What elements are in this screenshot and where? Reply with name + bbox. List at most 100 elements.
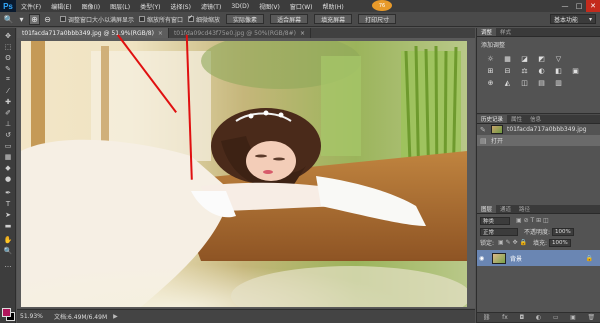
actual-pixels-button[interactable]: 实际像素 — [226, 14, 265, 24]
new-layer-icon[interactable]: ▣ — [570, 314, 576, 321]
lock-icons[interactable]: ▣ ✎ ✥ 🔒 — [498, 239, 527, 246]
eyedropper-tool-icon[interactable]: ⁄ — [2, 86, 14, 95]
gradient-tool-icon[interactable]: ▦ — [2, 152, 14, 161]
canvas-area[interactable] — [17, 38, 475, 308]
brush-tool-icon[interactable]: ✐ — [2, 108, 14, 117]
dodge-tool-icon[interactable]: ● — [2, 174, 14, 183]
tab-adjustments[interactable]: 调整 — [477, 28, 497, 36]
tab-document-1[interactable]: t01facda717a0bbb349.jpg @ 51.9%(RGB/8) × — [17, 28, 169, 38]
menu-window[interactable]: 窗口(W) — [285, 2, 318, 11]
tab-layers[interactable]: 图层 — [477, 205, 497, 213]
channel-mixer-icon[interactable]: ◧ — [553, 66, 564, 75]
folder-icon[interactable]: ▭ — [553, 314, 559, 321]
move-tool-icon[interactable]: ✥ — [2, 31, 14, 40]
dropdown-icon[interactable]: ▾ — [16, 14, 27, 25]
eye-icon[interactable]: ◉ — [479, 255, 488, 262]
menu-select[interactable]: 选择(S) — [165, 2, 196, 11]
minimize-button[interactable]: — — [558, 0, 572, 12]
selective-color-icon[interactable]: ▥ — [553, 78, 564, 87]
history-tabs: 历史记录 属性 信息 — [477, 115, 600, 124]
lasso-tool-icon[interactable]: ʘ — [2, 53, 14, 62]
marquee-tool-icon[interactable]: ⬚ — [2, 42, 14, 51]
layer-background[interactable]: ◉ 背景 🔒 — [477, 250, 600, 266]
healing-brush-tool-icon[interactable]: ✚ — [2, 97, 14, 106]
hue-saturation-icon[interactable]: ⊞ — [485, 66, 496, 75]
brightness-icon[interactable]: ☼ — [485, 54, 496, 63]
fill-screen-button[interactable]: 填充屏幕 — [314, 14, 353, 24]
tab-paths[interactable]: 路径 — [515, 205, 534, 213]
color-balance-icon[interactable]: ⊟ — [502, 66, 513, 75]
history-brush-source-icon[interactable]: ✎ — [480, 126, 488, 134]
scrubby-zoom-checkbox[interactable]: 细微缩放 — [188, 14, 220, 24]
tab-channels[interactable]: 通道 — [496, 205, 515, 213]
zoom-out-icon[interactable]: ⊖ — [42, 14, 53, 25]
resize-windows-checkbox[interactable]: 调整窗口大小以满屏显示 — [60, 15, 134, 24]
menu-layer[interactable]: 图层(L) — [105, 2, 135, 11]
eraser-tool-icon[interactable]: ▭ — [2, 141, 14, 150]
zoom-tool-icon[interactable]: 🔍 — [3, 14, 14, 25]
zoom-in-icon[interactable]: ⊕ — [29, 13, 40, 25]
zoom-level[interactable]: 51.93% — [20, 313, 48, 320]
history-snapshot[interactable]: ✎ t01facda717a0bbb349.jpg — [477, 124, 600, 135]
threshold-icon[interactable]: ◫ — [519, 78, 530, 87]
crop-tool-icon[interactable]: ⌗ — [2, 75, 14, 84]
curves-icon[interactable]: ◪ — [519, 54, 530, 63]
shape-tool-icon[interactable]: ▬ — [2, 221, 14, 230]
workspace-select[interactable]: 基本功能 ▾ — [550, 14, 596, 24]
menu-edit[interactable]: 编辑(E) — [46, 2, 76, 11]
zoom-all-windows-checkbox[interactable]: 缩放所有窗口 — [139, 15, 183, 24]
trash-icon[interactable]: 🗑 — [588, 314, 596, 321]
tab-document-2[interactable]: t01fda09cd43f75e0.jpg @ 50%(RGB/8#) × — [169, 28, 312, 38]
fill-input[interactable]: 100% — [548, 238, 571, 247]
status-menu-icon[interactable]: ▶ — [113, 313, 118, 320]
tab-info[interactable]: 信息 — [526, 115, 545, 123]
hand-tool-icon[interactable]: ✋ — [2, 235, 14, 244]
fx-icon[interactable]: fx — [502, 314, 508, 321]
zoom-tool-icon[interactable]: 🔍 — [2, 246, 14, 255]
posterize-icon[interactable]: ◭ — [502, 78, 513, 87]
link-icon[interactable]: ⛓ — [483, 314, 491, 321]
menu-file[interactable]: 文件(F) — [16, 2, 46, 11]
fit-screen-button[interactable]: 适合屏幕 — [270, 14, 309, 24]
clone-stamp-tool-icon[interactable]: ⊥ — [2, 119, 14, 128]
gradient-map-icon[interactable]: ▤ — [536, 78, 547, 87]
vibrance-icon[interactable]: ▽ — [553, 54, 564, 63]
tab-properties[interactable]: 属性 — [507, 115, 526, 123]
close-icon[interactable]: × — [300, 30, 305, 37]
photo-canvas[interactable] — [21, 41, 467, 307]
menu-3d[interactable]: 3D(D) — [226, 3, 254, 10]
invert-icon[interactable]: ⊕ — [485, 78, 496, 87]
blend-mode-select[interactable]: 正常 — [480, 227, 518, 236]
pen-tool-icon[interactable]: ✒ — [2, 188, 14, 197]
color-lookup-icon[interactable]: ▣ — [570, 66, 581, 75]
foreground-color-swatch[interactable] — [2, 308, 11, 317]
photo-filter-icon[interactable]: ◐ — [536, 66, 547, 75]
mask-icon[interactable]: ◘ — [519, 314, 524, 321]
menu-image[interactable]: 图像(I) — [77, 2, 105, 11]
menu-filter[interactable]: 滤镜(T) — [196, 2, 226, 11]
type-tool-icon[interactable]: T — [2, 199, 14, 208]
tab-history[interactable]: 历史记录 — [477, 115, 508, 123]
close-icon[interactable]: × — [158, 30, 163, 37]
history-brush-tool-icon[interactable]: ↺ — [2, 130, 14, 139]
adjustment-layer-icon[interactable]: ◐ — [536, 314, 541, 321]
levels-icon[interactable]: ▦ — [502, 54, 513, 63]
path-select-tool-icon[interactable]: ➤ — [2, 210, 14, 219]
more-tools-icon[interactable]: … — [2, 260, 14, 269]
menu-help[interactable]: 帮助(H) — [318, 2, 349, 11]
print-size-button[interactable]: 打印尺寸 — [358, 14, 397, 24]
menu-type[interactable]: 类型(Y) — [135, 2, 165, 11]
black-white-icon[interactable]: ⚖ — [519, 66, 530, 75]
floating-tips-badge[interactable]: 76 — [372, 0, 392, 11]
filter-icons[interactable]: ▣ ⊘ T ⊞ ◫ — [516, 217, 549, 224]
tab-styles[interactable]: 样式 — [496, 28, 515, 36]
maximize-button[interactable]: □ — [572, 0, 586, 12]
opacity-input[interactable]: 100% — [552, 227, 574, 236]
blur-tool-icon[interactable]: ◆ — [2, 163, 14, 172]
history-step[interactable]: ▤ 打开 — [477, 135, 600, 146]
close-button[interactable]: ✕ — [586, 0, 600, 12]
quick-select-tool-icon[interactable]: ✎ — [2, 64, 14, 73]
layer-kind-select[interactable]: 种类 — [480, 216, 510, 225]
menu-view[interactable]: 视图(V) — [254, 2, 285, 11]
exposure-icon[interactable]: ◩ — [536, 54, 547, 63]
